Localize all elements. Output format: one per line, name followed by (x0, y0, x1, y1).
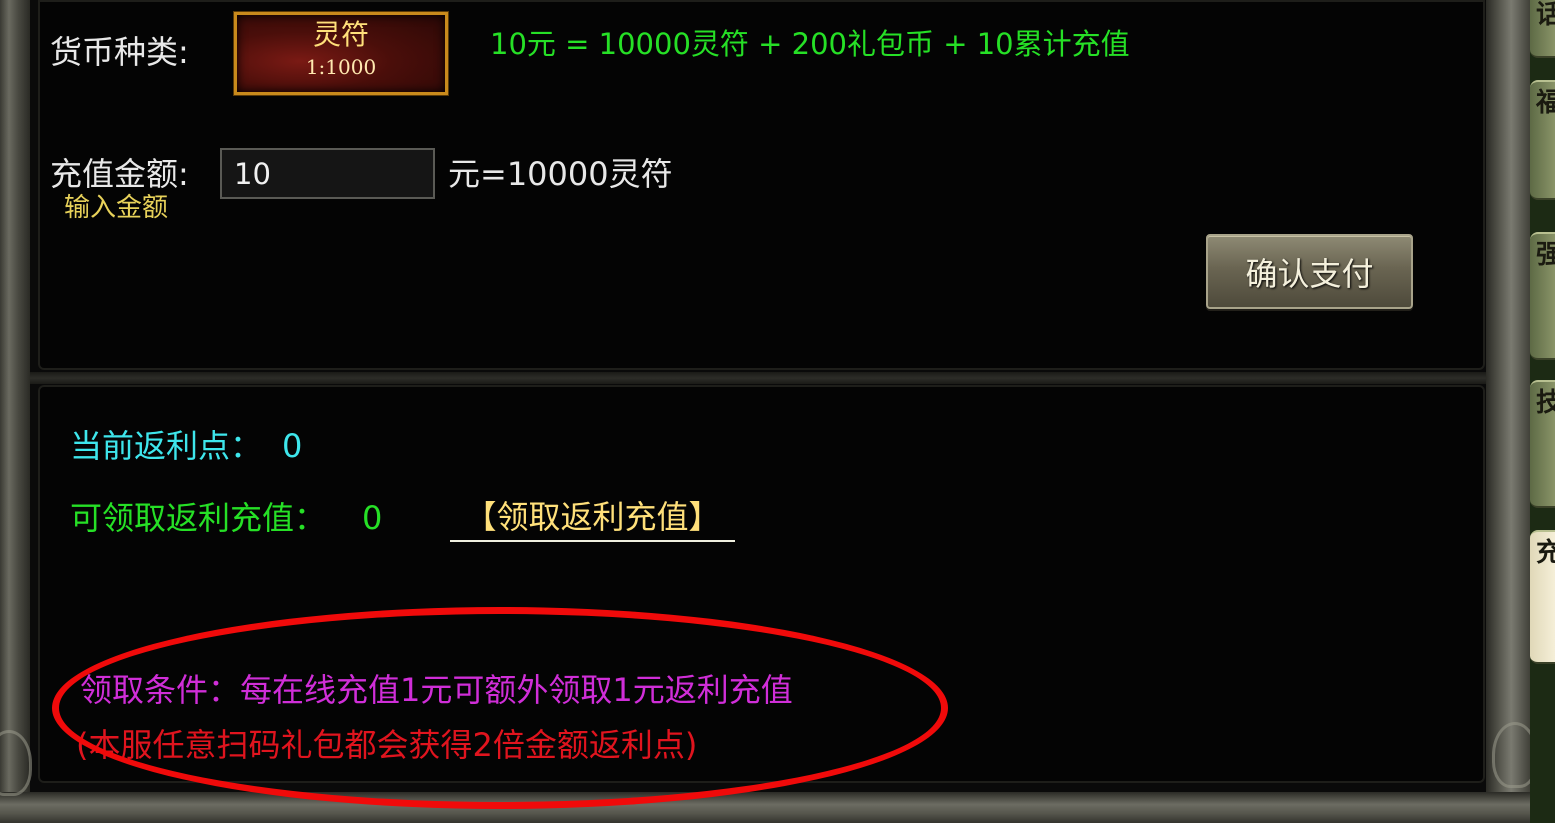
side-tab-3[interactable]: 技能 (1530, 380, 1555, 508)
claimable-rebate-value: 0 (362, 499, 383, 537)
side-tab-1[interactable]: 福利 (1530, 80, 1555, 200)
claimable-rebate-label: 可领取返利充值： (70, 499, 327, 537)
current-rebate-points-label: 当前返利点： (70, 427, 263, 465)
amount-conversion-text: 元=10000灵符 (448, 155, 673, 193)
currency-ratio: 1:1000 (305, 55, 377, 79)
exchange-rate-text: 10元 = 10000灵符 + 200礼包币 + 10累计充值 (490, 27, 1130, 61)
claim-rebate-link[interactable]: 【领取返利充值】 (450, 498, 735, 542)
amount-input[interactable] (220, 148, 435, 199)
currency-type-label: 货币种类: (50, 33, 189, 71)
frame-right-border (1486, 0, 1532, 823)
amount-label: 充值金额: (50, 155, 189, 193)
currency-name: 灵符 (312, 18, 369, 51)
side-tab-4[interactable]: 充值 (1530, 530, 1555, 664)
side-tab-0[interactable]: 话 (1530, 0, 1555, 58)
confirm-pay-button[interactable]: 确认支付 (1206, 234, 1413, 309)
panel-divider (30, 372, 1486, 384)
claim-condition-text: 领取条件：每在线充值1元可额外领取1元返利充值 (80, 671, 793, 709)
frame-left-border (0, 0, 30, 823)
amount-hint: 输入金额 (64, 193, 169, 223)
frame-bottom-border (0, 792, 1530, 823)
rebate-note-text: (本服任意扫码礼包都会获得2倍金额返利点) (76, 726, 698, 764)
side-tab-2[interactable]: 强化 (1530, 232, 1555, 360)
currency-option-lingfu[interactable]: 灵符 1:1000 (234, 12, 448, 95)
current-rebate-points-value: 0 (282, 427, 303, 465)
